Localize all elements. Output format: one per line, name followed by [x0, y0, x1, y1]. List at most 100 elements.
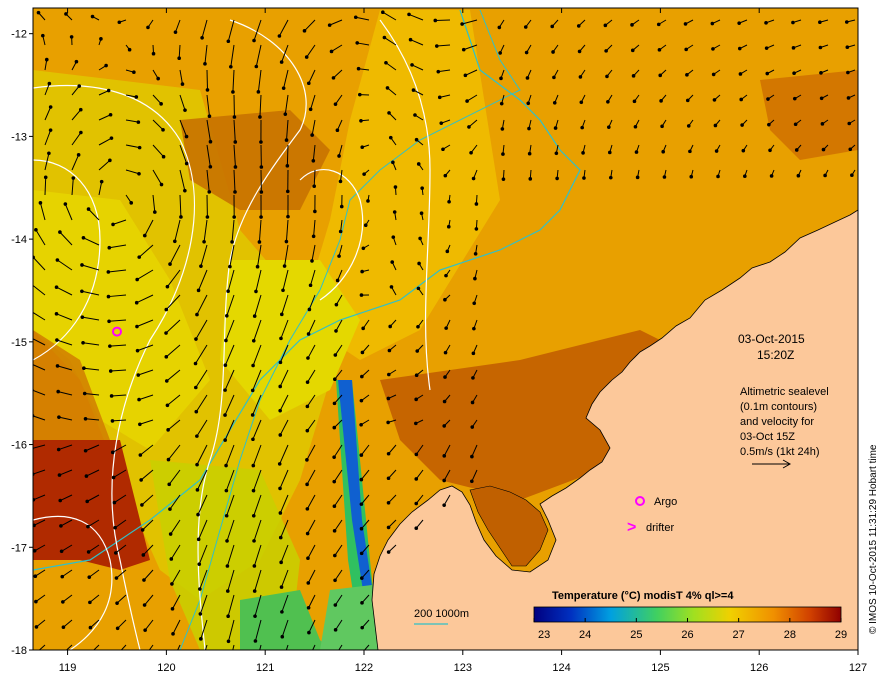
- velocity-arrow-head: [56, 389, 61, 394]
- velocity-arrow-head: [278, 360, 283, 365]
- velocity-arrow-head: [254, 64, 259, 69]
- velocity-arrow-head: [471, 376, 475, 380]
- velocity-arrow-head: [555, 176, 559, 181]
- velocity-arrow-head: [356, 66, 361, 71]
- velocity-arrow-head: [146, 25, 150, 30]
- velocity-arrow-head: [307, 307, 312, 312]
- velocity-arrow-head: [283, 112, 288, 116]
- velocity-arrow-head: [251, 513, 256, 518]
- velocity-arrow-head: [108, 158, 112, 163]
- date-label: 03-Oct-2015: [738, 332, 805, 346]
- velocity-arrow-head: [386, 476, 391, 481]
- velocity-arrow-head: [334, 653, 338, 657]
- velocity-arrow-head: [282, 264, 287, 268]
- velocity-arrow-head: [526, 101, 531, 106]
- velocity-arrow-head: [165, 403, 170, 408]
- velocity-arrow-head: [442, 503, 446, 507]
- velocity-arrow-head: [767, 122, 771, 127]
- velocity-arrow-head: [498, 51, 502, 55]
- velocity-arrow-head: [662, 175, 667, 179]
- velocity-arrow-head: [55, 338, 59, 342]
- velocity-arrow-head: [500, 127, 505, 131]
- velocity-arrow-head: [434, 44, 439, 48]
- velocity-arrow-head: [232, 115, 237, 119]
- velocity-arrow-head: [741, 148, 746, 153]
- velocity-arrow-head: [685, 73, 689, 77]
- velocity-arrow-head: [35, 650, 39, 654]
- velocity-arrow-head: [43, 175, 48, 180]
- velocity-arrow-head: [410, 63, 414, 67]
- velocity-arrow-head: [471, 176, 476, 181]
- velocity-arrow-head: [285, 164, 290, 168]
- velocity-arrow-head: [305, 507, 310, 511]
- velocity-arrow-head: [688, 149, 692, 154]
- velocity-arrow-head: [80, 289, 84, 294]
- velocity-arrow-head: [407, 12, 411, 17]
- velocity-arrow-head: [194, 337, 198, 341]
- velocity-arrow-head: [327, 23, 332, 27]
- velocity-arrow-head: [69, 35, 74, 39]
- velocity-arrow-head: [333, 628, 338, 632]
- velocity-arrow-head: [414, 137, 419, 142]
- velocity-arrow-head: [333, 578, 337, 583]
- velocity-arrow-head: [78, 107, 83, 112]
- velocity-arrow-head: [415, 349, 420, 353]
- velocity-arrow-head: [106, 88, 111, 93]
- velocity-arrow-head: [411, 88, 416, 92]
- velocity-arrow-head: [765, 71, 770, 76]
- velocity-arrow-head: [338, 229, 343, 234]
- velocity-arrow-head: [144, 653, 148, 657]
- velocity-arrow-head: [361, 326, 365, 331]
- y-tick-label: -12: [11, 29, 27, 41]
- velocity-arrow-head: [386, 396, 391, 401]
- colorbar-tick-label: 23: [538, 629, 550, 641]
- velocity-arrow-head: [153, 210, 157, 214]
- velocity-arrow-head: [307, 630, 311, 635]
- velocity-arrow-head: [57, 473, 62, 477]
- velocity-arrow-head: [739, 97, 743, 102]
- velocity-arrow-head: [114, 576, 119, 580]
- velocity-arrow-head: [442, 424, 447, 428]
- velocity-arrow-head: [280, 312, 284, 317]
- velocity-arrow-head: [179, 215, 183, 219]
- velocity-arrow-head: [29, 310, 33, 314]
- velocity-arrow-head: [553, 126, 558, 130]
- velocity-arrow-head: [277, 462, 282, 466]
- velocity-arrow-head: [660, 124, 664, 129]
- velocity-arrow-head: [329, 49, 334, 54]
- velocity-arrow-head: [659, 99, 663, 103]
- velocity-arrow-head: [578, 75, 583, 79]
- velocity-arrow-head: [382, 35, 387, 40]
- velocity-arrow-head: [159, 182, 164, 187]
- velocity-arrow-head: [224, 338, 228, 343]
- velocity-arrow-head: [81, 236, 86, 240]
- velocity-arrow-head: [199, 637, 203, 641]
- velocity-arrow-head: [333, 603, 338, 607]
- velocity-arrow-head: [633, 124, 638, 129]
- velocity-arrow-head: [90, 14, 95, 19]
- velocity-arrow-head: [44, 57, 49, 62]
- velocity-arrow-head: [202, 240, 206, 244]
- velocity-arrow-head: [82, 366, 86, 371]
- velocity-arrow-head: [87, 575, 92, 579]
- velocity-arrow-head: [251, 463, 256, 468]
- velocity-arrow-head: [685, 98, 690, 103]
- velocity-arrow-head: [634, 150, 639, 154]
- velocity-arrow-head: [470, 425, 475, 429]
- velocity-arrow-head: [132, 70, 136, 75]
- velocity-arrow-head: [442, 478, 446, 483]
- velocity-arrow-head: [108, 344, 112, 348]
- velocity-arrow-head: [311, 158, 316, 163]
- velocity-arrow-head: [361, 246, 366, 251]
- velocity-arrow-head: [226, 614, 230, 619]
- velocity-arrow-head: [388, 324, 392, 329]
- velocity-arrow-head: [71, 176, 76, 180]
- velocity-arrow-head: [603, 23, 608, 28]
- velocity-arrow-head: [143, 628, 147, 632]
- velocity-arrow-head: [285, 189, 290, 194]
- velocity-arrow-head: [108, 112, 113, 117]
- velocity-arrow-head: [501, 152, 505, 156]
- colorbar-tick-label: 24: [579, 629, 591, 641]
- velocity-arrow-head: [469, 150, 473, 155]
- velocity-arrow-head: [414, 397, 418, 402]
